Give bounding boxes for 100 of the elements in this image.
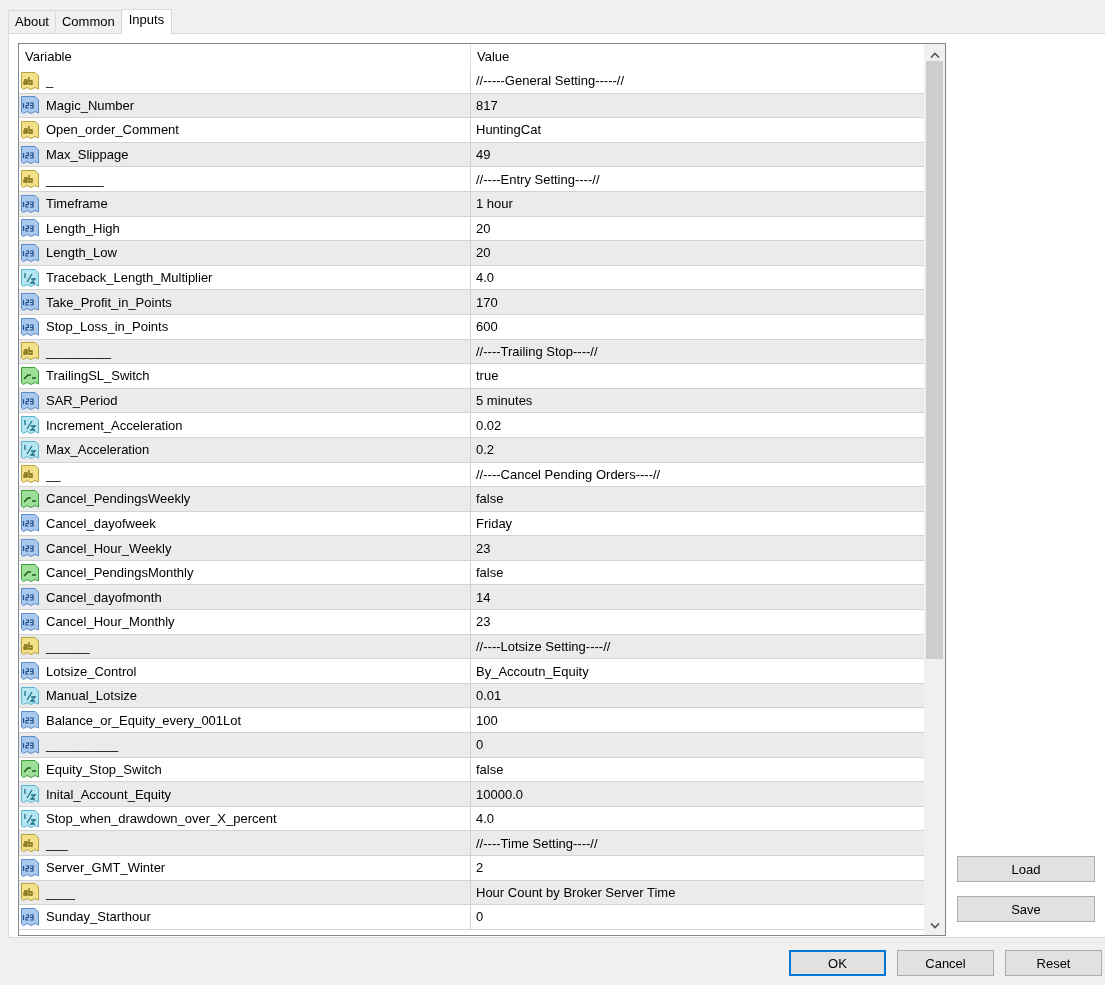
variable-name: Cancel_dayofmonth <box>46 589 162 605</box>
variable-name: Max_Slippage <box>46 147 129 163</box>
value-cell[interactable]: 0.01 <box>471 683 924 708</box>
tab[interactable]: Inputs <box>120 9 173 34</box>
dialog-button[interactable]: Reset <box>1005 950 1102 976</box>
value-cell[interactable]: 10000.0 <box>471 782 924 806</box>
type-icon <box>20 193 40 214</box>
type-icon <box>20 661 40 682</box>
type-icon <box>20 169 40 190</box>
value-cell[interactable]: 170 <box>471 290 924 314</box>
value-cell[interactable]: 14 <box>471 585 924 610</box>
value-cell[interactable]: 0 <box>471 905 924 929</box>
value-cell[interactable]: 1 hour <box>471 191 924 216</box>
variable-name: ____ <box>46 884 75 900</box>
variable-name: Cancel_Hour_Monthly <box>46 614 175 630</box>
type-icon <box>20 316 40 337</box>
side-button[interactable]: Load <box>957 856 1095 882</box>
type-icon <box>20 242 40 263</box>
value-cell[interactable]: 4.0 <box>471 265 924 290</box>
type-icon <box>20 808 40 829</box>
type-icon <box>20 636 40 657</box>
value-cell[interactable]: true <box>471 364 924 388</box>
value-cell[interactable]: 5 minutes <box>471 388 924 413</box>
variable-name: Balance_or_Equity_every_001Lot <box>46 712 242 728</box>
variable-name: Max_Acceleration <box>46 442 150 458</box>
scroll-down-icon[interactable] <box>929 923 940 929</box>
value-cell[interactable]: 20 <box>471 216 924 241</box>
variable-name: Stop_when_drawdown_over_X_percent <box>46 811 277 827</box>
column-header[interactable]: Value <box>471 44 924 69</box>
type-icon <box>20 365 40 386</box>
type-icon <box>20 562 40 583</box>
variable-name: _________ <box>46 343 112 359</box>
type-icon <box>20 390 40 411</box>
value-cell[interactable]: 4.0 <box>471 806 924 831</box>
scroll-up-icon[interactable] <box>929 52 940 58</box>
value-cell[interactable]: false <box>471 487 924 511</box>
value-cell[interactable]: 0.02 <box>471 413 924 437</box>
variable-name: Equity_Stop_Switch <box>46 761 162 777</box>
variable-name: Inital_Account_Equity <box>46 786 172 802</box>
dialog-button[interactable]: Cancel <box>897 950 994 976</box>
type-icon <box>20 292 40 313</box>
variable-name: SAR_Period <box>46 393 118 408</box>
variable-name: Length_High <box>46 220 120 236</box>
type-icon <box>20 611 40 632</box>
value-cell[interactable]: 100 <box>471 708 924 733</box>
dialog-button[interactable]: OK <box>789 950 886 976</box>
variable-name: ___ <box>46 835 68 851</box>
variable-name: Length_Low <box>46 245 117 261</box>
variable-name: Cancel_dayofweek <box>46 516 156 531</box>
value-cell[interactable]: 20 <box>471 241 924 265</box>
type-icon <box>20 464 40 485</box>
variable-name: Increment_Acceleration <box>46 417 183 433</box>
value-cell[interactable]: 600 <box>471 314 924 339</box>
variable-name: Lotsize_Control <box>46 663 137 679</box>
value-cell[interactable]: 0 <box>471 733 924 757</box>
type-icon <box>20 685 40 706</box>
side-button[interactable]: Save <box>957 896 1095 922</box>
scrollbar-thumb[interactable] <box>926 61 943 659</box>
value-cell[interactable]: 49 <box>471 142 924 167</box>
variable-name: Sunday_Starthour <box>46 909 151 925</box>
variable-name: __________ <box>46 737 119 753</box>
value-cell[interactable]: //----Time Setting----// <box>471 831 924 855</box>
variable-name: Cancel_PendingsMonthly <box>46 565 194 581</box>
value-cell[interactable]: 0.2 <box>471 437 924 462</box>
variable-name: _ <box>46 73 54 89</box>
value-cell[interactable]: 817 <box>471 93 924 118</box>
type-icon <box>20 734 40 755</box>
value-cell[interactable]: //----Lotsize Setting----// <box>471 634 924 659</box>
value-cell[interactable]: By_Accoutn_Equity <box>471 659 924 683</box>
variable-name: Traceback_Length_Multiplier <box>46 270 213 286</box>
tab[interactable]: About <box>8 10 56 33</box>
variable-name: Timeframe <box>46 196 108 212</box>
variable-name: Manual_Lotsize <box>46 688 138 704</box>
value-cell[interactable]: 2 <box>471 856 924 880</box>
value-cell[interactable]: 23 <box>471 536 924 560</box>
value-cell[interactable]: //----Entry Setting----// <box>471 167 924 191</box>
variable-name: Open_order_Comment <box>46 122 179 138</box>
type-icon <box>20 488 40 509</box>
type-icon <box>20 144 40 165</box>
value-cell[interactable]: //-----General Setting-----// <box>471 69 924 93</box>
value-cell[interactable]: HuntingCat <box>471 118 924 142</box>
type-icon <box>20 267 40 288</box>
type-icon <box>20 70 40 91</box>
value-cell[interactable]: //----Cancel Pending Orders----// <box>471 462 924 487</box>
value-cell[interactable]: false <box>471 560 924 585</box>
variable-name: Cancel_PendingsWeekly <box>46 491 191 507</box>
type-icon <box>20 784 40 804</box>
type-icon <box>20 439 40 460</box>
variable-name: ______ <box>46 638 90 654</box>
variable-name: Server_GMT_Winter <box>46 860 166 876</box>
value-cell[interactable]: false <box>471 757 924 782</box>
value-cell[interactable]: Friday <box>471 511 924 536</box>
value-cell[interactable]: //----Trailing Stop----// <box>471 339 924 364</box>
value-cell[interactable]: Hour Count by Broker Server Time <box>471 880 924 905</box>
variable-name: ________ <box>46 171 104 187</box>
type-icon <box>20 120 40 140</box>
value-cell[interactable]: 23 <box>471 610 924 634</box>
type-icon <box>20 882 40 903</box>
variable-name: Magic_Number <box>46 97 135 113</box>
scrollbar[interactable] <box>924 44 945 935</box>
